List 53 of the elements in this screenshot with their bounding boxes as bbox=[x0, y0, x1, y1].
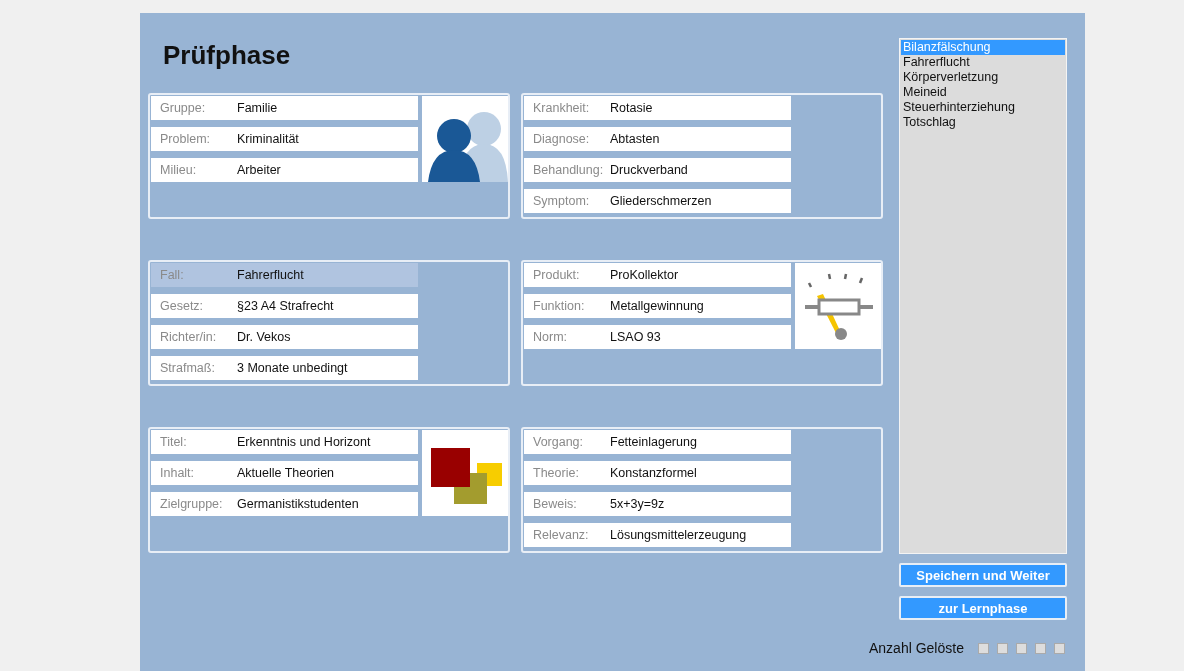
field-value: Kriminalität bbox=[237, 132, 299, 146]
field-label: Vorgang: bbox=[532, 435, 585, 449]
field-value: Lösungsmittelerzeugung bbox=[610, 528, 747, 542]
field-label: Strafmaß: bbox=[159, 361, 216, 375]
gauge-icon bbox=[795, 263, 881, 349]
field-value: Fetteinlagerung bbox=[610, 435, 697, 449]
field-label: Problem: bbox=[159, 132, 212, 146]
field-label: Milieu: bbox=[159, 163, 198, 177]
field-label: Krankheit: bbox=[532, 101, 591, 115]
field-value: Gliederschmerzen bbox=[610, 194, 712, 208]
field-value: Konstanzformel bbox=[610, 466, 697, 480]
field-label: Symptom: bbox=[532, 194, 591, 208]
list-item[interactable]: Totschlag bbox=[901, 115, 1065, 130]
field-value: 3 Monate unbedingt bbox=[237, 361, 348, 375]
field-label: Gruppe: bbox=[159, 101, 207, 115]
field-value: LSAO 93 bbox=[610, 330, 661, 344]
case-list[interactable]: Bilanzfälschung Fahrerflucht Körperverletzung Meineid Steuerhinterziehung Totschlag bbox=[899, 38, 1067, 554]
field-label: Norm: bbox=[532, 330, 569, 344]
field-label: Gesetz: bbox=[159, 299, 205, 313]
field-value: Fahrerflucht bbox=[237, 268, 304, 282]
field-label: Theorie: bbox=[532, 466, 580, 480]
field-value: Arbeiter bbox=[237, 163, 281, 177]
field-label: Diagnose: bbox=[532, 132, 591, 146]
list-item[interactable]: Fahrerflucht bbox=[901, 55, 1065, 70]
solved-label: Anzahl Gelöste bbox=[869, 640, 964, 656]
field-value: Aktuelle Theorien bbox=[237, 466, 335, 480]
list-item[interactable]: Meineid bbox=[901, 85, 1065, 100]
field-label: Zielgruppe: bbox=[159, 497, 224, 511]
field-label: Titel: bbox=[159, 435, 188, 449]
field-value: Familie bbox=[237, 101, 278, 115]
field-label: Beweis: bbox=[532, 497, 578, 511]
field-value: Druckverband bbox=[610, 163, 688, 177]
list-item[interactable]: Körperverletzung bbox=[901, 70, 1065, 85]
list-item[interactable]: Steuerhinterziehung bbox=[901, 100, 1065, 115]
field-label: Relevanz: bbox=[532, 528, 590, 542]
field-label: Inhalt: bbox=[159, 466, 196, 480]
field-label: Produkt: bbox=[532, 268, 581, 282]
field-value: ProKollektor bbox=[610, 268, 679, 282]
squares-icon bbox=[422, 430, 508, 516]
field-label: Richter/in: bbox=[159, 330, 218, 344]
field-value: Rotasie bbox=[610, 101, 653, 115]
field-value: Erkenntnis und Horizont bbox=[237, 435, 371, 449]
page-title: Prüfphase bbox=[163, 40, 292, 72]
field-value: Dr. Vekos bbox=[237, 330, 291, 344]
field-label: Behandlung: bbox=[532, 163, 605, 177]
field-value: §23 A4 Strafrecht bbox=[237, 299, 334, 313]
field-value: 5x+3y=9z bbox=[610, 497, 665, 511]
field-value: Abtasten bbox=[610, 132, 660, 146]
field-label: Funktion: bbox=[532, 299, 586, 313]
field-value: Metallgewinnung bbox=[610, 299, 704, 313]
field-value: Germanistikstudenten bbox=[237, 497, 359, 511]
people-icon bbox=[422, 96, 508, 182]
field-label: Fall: bbox=[159, 268, 185, 282]
